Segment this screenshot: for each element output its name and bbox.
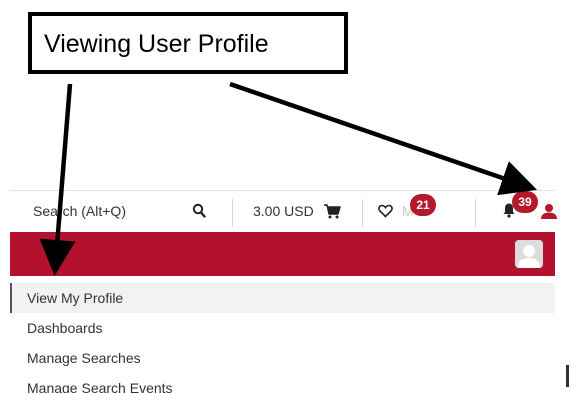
notifications-count-badge: 39 (512, 191, 538, 213)
menu-item-view-my-profile[interactable]: View My Profile (10, 283, 555, 313)
search-icon[interactable] (192, 203, 206, 224)
avatar-icon[interactable] (515, 240, 543, 268)
menu-item-manage-searches[interactable]: Manage Searches (10, 343, 555, 373)
annotation-callout: Viewing User Profile (28, 12, 348, 74)
heart-icon[interactable] (378, 204, 393, 223)
menu-item-dashboards[interactable]: Dashboards (10, 313, 555, 343)
toolbar-divider (362, 199, 363, 227)
profile-menu: View My Profile Dashboards Manage Search… (10, 283, 555, 393)
search-input[interactable]: Search (Alt+Q) (33, 203, 126, 219)
profile-banner (10, 232, 555, 276)
cart-icon[interactable] (323, 203, 341, 224)
scrollbar[interactable] (566, 365, 569, 387)
toolbar-divider (475, 199, 476, 227)
user-icon[interactable] (540, 203, 558, 224)
cart-total[interactable]: 3.00 USD (253, 203, 314, 219)
menu-item-manage-search-events[interactable]: Manage Search Events (10, 373, 555, 393)
arrow-to-user-icon (229, 81, 538, 196)
callout-text: Viewing User Profile (44, 30, 269, 58)
favorites-count-badge: 21 (410, 194, 436, 216)
top-toolbar: Search (Alt+Q) 3.00 USD M 21 39 (10, 190, 558, 233)
toolbar-divider (232, 199, 233, 227)
